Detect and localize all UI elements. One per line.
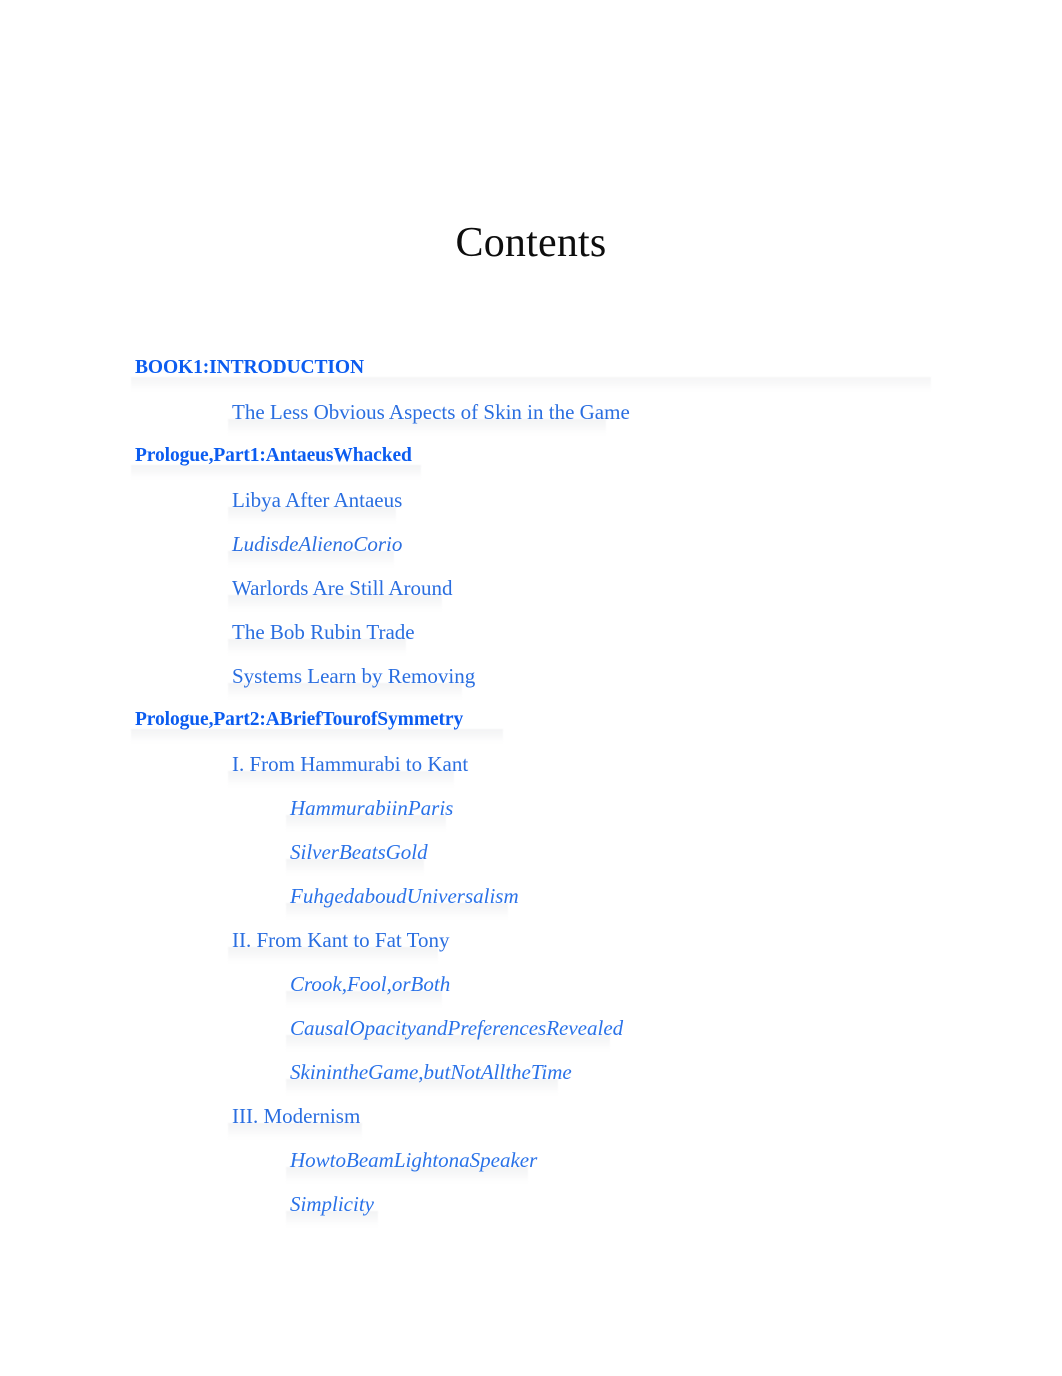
toc-entry-label: Prologue,Part1:AntaeusWhacked: [135, 445, 412, 466]
toc-entry[interactable]: FuhgedaboudUniversalism: [0, 874, 1062, 920]
toc-entry[interactable]: HowtoBeamLightonaSpeaker: [0, 1138, 1062, 1184]
toc-entry[interactable]: SilverBeatsGold: [0, 830, 1062, 876]
toc-entry-label: Libya After Antaeus: [232, 488, 403, 512]
toc-entry-label: I. From Hammurabi to Kant: [232, 752, 469, 776]
toc-entry-label: The Bob Rubin Trade: [232, 620, 415, 644]
toc-entry-label: II. From Kant to Fat Tony: [232, 928, 450, 952]
toc-entry[interactable]: Systems Learn by Removing: [0, 654, 1062, 700]
toc-entry-label: Prologue,Part2:ABriefTourofSymmetry: [135, 709, 464, 730]
toc-entry-label: BOOK1:INTRODUCTION: [135, 357, 364, 378]
toc-entry-label: III. Modernism: [232, 1104, 361, 1128]
toc-entry-label: HammurabiinParis: [290, 796, 454, 820]
toc-heading[interactable]: BOOK1:INTRODUCTION: [0, 346, 1062, 392]
toc-entry[interactable]: The Bob Rubin Trade: [0, 610, 1062, 656]
toc-entry[interactable]: Warlords Are Still Around: [0, 566, 1062, 612]
toc-entry-label: LudisdeAlienoCorio: [232, 532, 403, 556]
toc-entry[interactable]: Crook,Fool,orBoth: [0, 962, 1062, 1008]
toc-entry-label: FuhgedaboudUniversalism: [290, 884, 519, 908]
document-page: Contents BOOK1:INTRODUCTION The Less Obvi…: [0, 0, 1062, 1376]
toc-entry[interactable]: HammurabiinParis: [0, 786, 1062, 832]
toc-entry-label: CausalOpacityandPreferencesRevealed: [290, 1016, 624, 1040]
toc-entry[interactable]: II. From Kant to Fat Tony: [0, 918, 1062, 964]
toc-entry-label: Systems Learn by Removing: [232, 664, 476, 688]
toc-entry-label: HowtoBeamLightonaSpeaker: [290, 1148, 538, 1172]
toc-entry-label: The Less Obvious Aspects of Skin in the …: [232, 400, 630, 424]
toc-entry[interactable]: Simplicity: [0, 1182, 1062, 1228]
toc-heading[interactable]: Prologue,Part2:ABriefTourofSymmetry: [0, 698, 1062, 744]
toc-entry[interactable]: The Less Obvious Aspects of Skin in the …: [0, 390, 1062, 436]
page-title: Contents: [455, 220, 607, 266]
toc-entry-label: Simplicity: [290, 1192, 374, 1216]
toc-entry-label: Crook,Fool,orBoth: [290, 972, 451, 996]
toc-entry-label: SilverBeatsGold: [290, 840, 428, 864]
toc-entry-label: SkinintheGame,butNotAlltheTime: [290, 1060, 572, 1084]
toc-entry-label: Warlords Are Still Around: [232, 576, 453, 600]
toc-entry[interactable]: III. Modernism: [0, 1094, 1062, 1140]
toc-entry[interactable]: Libya After Antaeus: [0, 478, 1062, 524]
toc-entry[interactable]: LudisdeAlienoCorio: [0, 522, 1062, 568]
toc-entry[interactable]: I. From Hammurabi to Kant: [0, 742, 1062, 788]
toc-entry[interactable]: CausalOpacityandPreferencesRevealed: [0, 1006, 1062, 1052]
table-of-contents: BOOK1:INTRODUCTION The Less Obvious Aspec…: [0, 346, 1062, 1228]
toc-heading[interactable]: Prologue,Part1:AntaeusWhacked: [0, 434, 1062, 480]
toc-entry[interactable]: SkinintheGame,butNotAlltheTime: [0, 1050, 1062, 1096]
